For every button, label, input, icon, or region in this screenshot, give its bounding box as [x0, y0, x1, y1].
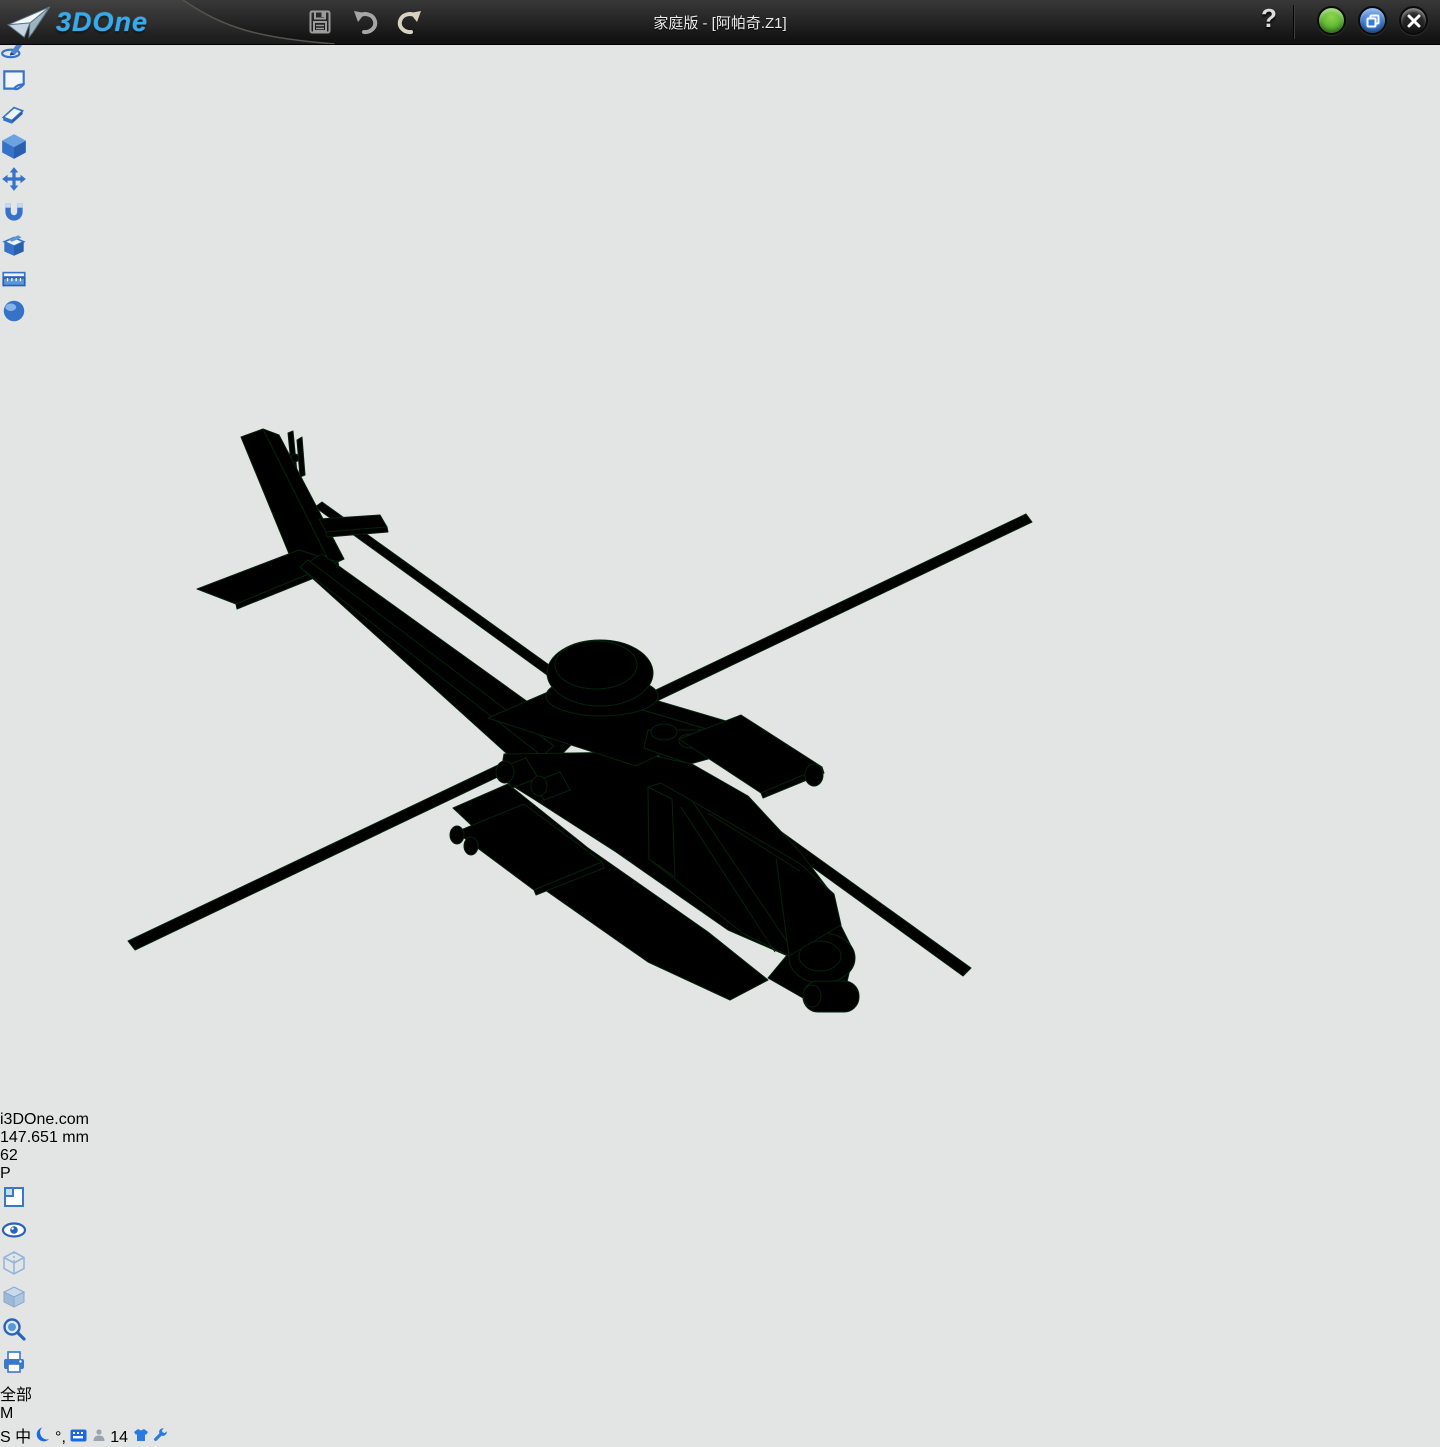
ime-skin-icon[interactable]: [133, 1429, 153, 1446]
m-mode-button[interactable]: M: [0, 1405, 1440, 1423]
eraser-icon: [0, 99, 28, 127]
dimension-label: 147.651 mm: [0, 1129, 1440, 1147]
tool-erase[interactable]: [0, 99, 1440, 132]
visibility-button[interactable]: [0, 1216, 1440, 1249]
chinese-mode-icon[interactable]: 中: [15, 1429, 31, 1446]
redo-button[interactable]: [396, 8, 424, 36]
ruler-icon: [0, 264, 28, 292]
close-icon: [1407, 14, 1421, 28]
punctuation-mode-icon[interactable]: °,: [55, 1429, 66, 1446]
restore-icon: [1366, 14, 1380, 28]
eye-icon: [0, 1216, 28, 1244]
document-title: 家庭版 - [阿帕奇.Z1]: [0, 12, 1440, 33]
save-icon: [307, 9, 333, 35]
tool-sketch-plane[interactable]: [0, 66, 1440, 99]
redo-icon: [397, 9, 423, 35]
printer-icon: [0, 1348, 28, 1376]
titlebar-separator: [1293, 5, 1294, 39]
helicopter-model[interactable]: [0, 330, 1370, 1106]
badge-count: 62: [0, 1147, 18, 1164]
app-window: { "titlebar": { "app_name": "3DOne", "do…: [0, 0, 1440, 874]
app-name: 3DOne: [56, 7, 148, 38]
sphere-icon: [0, 297, 28, 325]
titlebar: 3DOne 家庭版 - [阿帕奇.Z1] ?: [0, 0, 1440, 45]
ime-account-icon[interactable]: 14: [92, 1429, 133, 1446]
tool-assembly-magnet[interactable]: [0, 198, 1440, 231]
display-filter-select[interactable]: 全部: [0, 1381, 1440, 1405]
p-mode-button[interactable]: P: [0, 1165, 1440, 1183]
viewport[interactable]: i3DOne.com 147.651 mm: [0, 330, 1440, 1147]
watermark: i3DOne.com: [0, 1111, 1440, 1129]
tool-render-material[interactable]: [0, 297, 1440, 330]
tool-extrude-solid[interactable]: [0, 132, 1440, 165]
moon-icon: [36, 1427, 51, 1442]
tshirt-icon: [133, 1428, 149, 1442]
tool-special-shapes[interactable]: [0, 231, 1440, 264]
sogou-logo-icon[interactable]: S: [0, 1429, 11, 1446]
shaded-cube-icon: [0, 1282, 28, 1310]
left-toolbar: [0, 0, 1440, 330]
view-plane-icon: [0, 1183, 28, 1211]
display-filter-value: 全部: [0, 1387, 32, 1404]
move-arrows-icon: [0, 165, 28, 193]
app-logo: 3DOne: [6, 2, 148, 42]
wrench-icon: [153, 1427, 168, 1442]
shaded-display-button[interactable]: [0, 1282, 1440, 1315]
person-icon: [92, 1428, 106, 1442]
magnifier-icon: [0, 1315, 28, 1343]
undo-button[interactable]: [351, 8, 379, 36]
wireframe-display-button[interactable]: [0, 1249, 1440, 1282]
solid-cube-icon: [0, 132, 28, 160]
close-button[interactable]: [1399, 6, 1428, 35]
restore-button[interactable]: [1358, 6, 1387, 35]
tool-move-transform[interactable]: [0, 165, 1440, 198]
undo-icon: [352, 9, 378, 35]
soft-keyboard-icon[interactable]: [70, 1429, 91, 1446]
tool-measure[interactable]: [0, 264, 1440, 297]
magnet-icon: [0, 198, 28, 226]
wireframe-cube-icon: [0, 1249, 28, 1277]
sketch-plane-icon: [0, 66, 28, 94]
paper-plane-icon: [6, 3, 52, 41]
minimize-button[interactable]: [1317, 6, 1346, 35]
print-button[interactable]: [0, 1348, 1440, 1381]
open-box-icon: [0, 231, 28, 259]
titlebar-actions: [306, 8, 424, 36]
keyboard-icon: [70, 1429, 87, 1442]
notification-badge[interactable]: 62: [0, 1147, 1440, 1165]
ime-toolbar: S 中 °, 14: [0, 1423, 1440, 1447]
bottom-toolbar: P: [0, 1165, 1440, 1423]
save-button[interactable]: [306, 8, 334, 36]
zoom-button[interactable]: [0, 1315, 1440, 1348]
view-controls: [0, 1183, 1440, 1381]
help-button[interactable]: ?: [1254, 3, 1284, 39]
ime-settings-icon[interactable]: [153, 1429, 168, 1446]
account-badge: 14: [110, 1429, 128, 1446]
halfwidth-moon-icon[interactable]: [36, 1429, 55, 1446]
view-plane-button[interactable]: [0, 1183, 1440, 1216]
